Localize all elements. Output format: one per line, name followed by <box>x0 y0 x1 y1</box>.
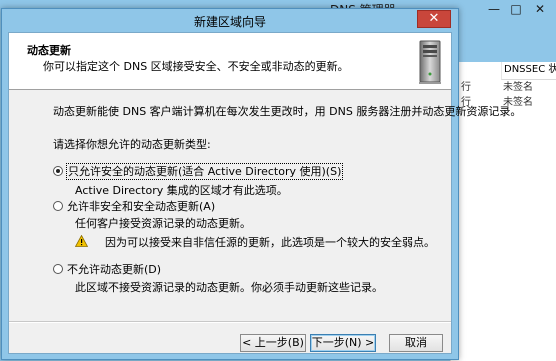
option-label[interactable]: 不允许动态更新(D) <box>67 262 161 277</box>
dialog-titlebar[interactable]: 新建区域向导 ✕ <box>2 9 458 31</box>
option-description: 此区域不接受资源记录的动态更新。你必须手动更新这些记录。 <box>75 281 383 294</box>
option-label[interactable]: 只允许安全的动态更新(适合 Active Directory 使用)(S) <box>65 163 344 180</box>
divider <box>9 321 451 323</box>
option-description: Active Directory 集成的区域才有此选项。 <box>75 184 288 197</box>
dialog-title: 新建区域向导 <box>193 15 266 29</box>
description-text: 动态更新能使 DNS 客户端计算机在每次发生更改时，用 DNS 服务器注册并动态… <box>53 105 522 118</box>
page-subtitle: 你可以指定这个 DNS 区域接受安全、不安全或非动态的更新。 <box>43 60 349 73</box>
wizard-header: 动态更新 你可以指定这个 DNS 区域接受安全、不安全或非动态的更新。 <box>9 33 451 90</box>
close-icon: ✕ <box>428 11 440 26</box>
list-item[interactable]: 行 未签名 <box>451 80 556 96</box>
dialog-body: 动态更新 你可以指定这个 DNS 区域接受安全、不安全或非动态的更新。 动态更新… <box>8 32 521 354</box>
option-nonsecure-and-secure[interactable]: 允许非安全和安全动态更新(A) <box>53 199 253 215</box>
option-label[interactable]: 允许非安全和安全动态更新(A) <box>67 199 215 214</box>
option-description: 任何客户接受资源记录的动态更新。 <box>75 217 251 230</box>
security-warning-text: 因为可以接受来自非信任源的更新，此选项是一个较大的安全弱点。 <box>105 236 435 249</box>
warning-icon <box>75 235 88 247</box>
dialog-close-button[interactable]: ✕ <box>417 10 451 28</box>
dnssec-status: 未签名 <box>503 82 533 93</box>
list-cell: 行 <box>461 82 471 93</box>
dnssec-column-header[interactable]: DNSSEC 状 <box>501 62 556 80</box>
new-zone-wizard-dialog: 新建区域向导 ✕ 动态更新 你可以指定这个 DNS 区域接受安全、不安全或非动态… <box>1 8 521 360</box>
radio-no-dynamic-updates[interactable] <box>53 264 63 274</box>
option-secure-only[interactable]: 只允许安全的动态更新(适合 Active Directory 使用)(S) <box>53 163 344 180</box>
back-button[interactable]: < 上一步(B) <box>240 334 306 352</box>
window-close-button[interactable]: ✕ <box>528 0 552 20</box>
server-icon <box>419 40 441 84</box>
option-no-dynamic-updates[interactable]: 不允许动态更新(D) <box>53 262 193 278</box>
maximize-button[interactable]: □ <box>504 0 528 20</box>
radio-nonsecure-and-secure[interactable] <box>53 201 63 211</box>
page-title: 动态更新 <box>27 44 71 57</box>
cancel-button[interactable]: 取消 <box>389 334 443 352</box>
next-button[interactable]: 下一步(N) > <box>310 334 376 352</box>
radio-secure-only[interactable] <box>53 166 63 176</box>
prompt-text: 请选择你想允许的动态更新类型: <box>53 138 211 151</box>
minimize-button[interactable]: — <box>482 0 506 20</box>
